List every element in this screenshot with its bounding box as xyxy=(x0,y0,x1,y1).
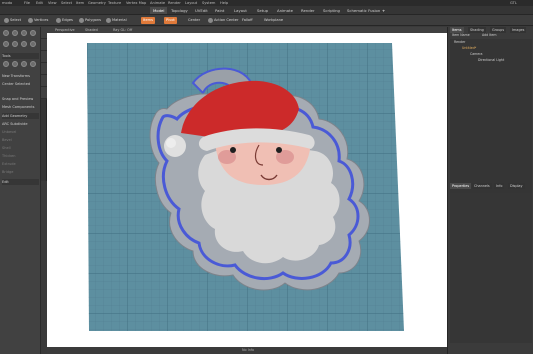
item-name-column-header[interactable]: Item Name xyxy=(452,33,470,38)
tab-model[interactable]: Model xyxy=(150,7,168,14)
tab-uvedit[interactable]: UVEdit xyxy=(192,7,211,14)
tab-topology[interactable]: Topology xyxy=(168,7,191,14)
tool-icon-1[interactable] xyxy=(3,30,9,36)
tools-header[interactable]: Tools xyxy=(2,53,39,59)
left-eye xyxy=(230,147,236,153)
new-transforms-row[interactable]: New Transforms xyxy=(2,73,39,79)
items-button[interactable]: Items xyxy=(141,17,156,24)
tree-item-untitled[interactable]: Untitled* xyxy=(462,46,476,51)
tool-icon-5[interactable] xyxy=(3,41,9,47)
tab-animate[interactable]: Animate xyxy=(274,7,296,14)
polygons-icon xyxy=(79,17,84,23)
center-selected-row[interactable]: Center Selected xyxy=(2,81,39,87)
thicken-row[interactable]: Thicken xyxy=(2,153,39,159)
arc-subdivide-row[interactable]: ARC Subdivide xyxy=(2,121,39,127)
tab-paint[interactable]: Paint xyxy=(212,7,227,14)
add-item-button[interactable]: Add Item xyxy=(482,33,496,38)
pivot-button[interactable]: Pivot xyxy=(164,17,177,24)
item-tree: Render Untitled* Camera Directional Ligh… xyxy=(450,39,532,201)
tool-panel: Tools New Transforms Center Selected Sna… xyxy=(0,27,41,354)
select-icon xyxy=(4,17,9,23)
action-center-button[interactable]: Action Center xyxy=(206,17,241,24)
snap-preview-row[interactable]: Snap and Preview xyxy=(2,96,39,102)
unbevel-row[interactable]: Unbevel xyxy=(2,129,39,135)
falloff-button[interactable]: Falloff xyxy=(240,17,255,24)
vertices-button[interactable]: Vertices xyxy=(26,17,50,24)
viewport-canvas[interactable] xyxy=(47,33,447,347)
material-icon xyxy=(106,17,111,23)
material-button[interactable]: Material xyxy=(104,17,129,24)
properties-area xyxy=(450,193,532,343)
add-tab-icon[interactable]: + xyxy=(379,7,388,14)
tab-properties[interactable]: Properties xyxy=(450,183,472,189)
tool-icon-8[interactable] xyxy=(30,41,36,47)
tab-setup[interactable]: Setup xyxy=(254,7,271,14)
viewport-status-bar: No Info xyxy=(47,347,447,354)
tree-item-directional-light[interactable]: Directional Light xyxy=(478,58,504,63)
tool-icon-6[interactable] xyxy=(12,41,18,47)
tab-layout[interactable]: Layout xyxy=(231,7,250,14)
tab-render[interactable]: Render xyxy=(298,7,318,14)
tool-icon-10[interactable] xyxy=(12,61,18,67)
vertices-icon xyxy=(28,17,33,23)
right-eye xyxy=(276,147,282,153)
3d-viewport[interactable] xyxy=(47,33,447,347)
edges-button[interactable]: Edges xyxy=(54,17,75,24)
viewport-status-text: No Info xyxy=(242,348,255,352)
tab-display[interactable]: Display xyxy=(508,183,525,189)
workplane-button[interactable]: Workplane xyxy=(262,17,285,24)
hat-pompom-highlight xyxy=(166,138,176,148)
tool-icon-11[interactable] xyxy=(21,61,27,67)
tree-item-render[interactable]: Render xyxy=(454,40,465,45)
polygons-button[interactable]: Polygons xyxy=(77,17,103,24)
layout-tab-row: Model Topology UVEdit Paint Layout Setup… xyxy=(0,6,533,15)
bevel-row[interactable]: Bevel xyxy=(2,137,39,143)
tab-channels[interactable]: Channels xyxy=(472,183,492,189)
mesh-components-row[interactable]: Mesh Components xyxy=(2,104,39,110)
tab-schematic-fusion[interactable]: Schematic Fusion xyxy=(344,7,383,14)
item-list-panel: Items Shading Groups Images Item Name Ad… xyxy=(447,27,533,354)
shell-row[interactable]: Shell xyxy=(2,145,39,151)
tool-icon-2[interactable] xyxy=(12,30,18,36)
tool-icon-9[interactable] xyxy=(3,61,9,67)
tool-icon-4[interactable] xyxy=(30,30,36,36)
tree-item-camera[interactable]: Camera xyxy=(470,52,483,57)
tool-icon-7[interactable] xyxy=(21,41,27,47)
extrude-row[interactable]: Extrude xyxy=(2,161,39,167)
add-geometry-header[interactable]: Add Geometry xyxy=(2,113,39,119)
tab-info[interactable]: Info xyxy=(494,183,505,189)
edges-icon xyxy=(56,17,61,23)
tool-icon-12[interactable] xyxy=(30,61,36,67)
bridge-row[interactable]: Bridge xyxy=(2,169,39,175)
edit-header[interactable]: Edit xyxy=(2,179,39,185)
toolbar: Select Vertices Edges Polygons Material … xyxy=(0,15,533,26)
center-button[interactable]: Center xyxy=(186,17,202,24)
select-button[interactable]: Select xyxy=(2,17,23,24)
tool-icon-3[interactable] xyxy=(21,30,27,36)
tab-images[interactable]: Images xyxy=(510,27,527,33)
tab-scripting[interactable]: Scripting xyxy=(320,7,343,14)
action-center-icon xyxy=(208,17,213,23)
